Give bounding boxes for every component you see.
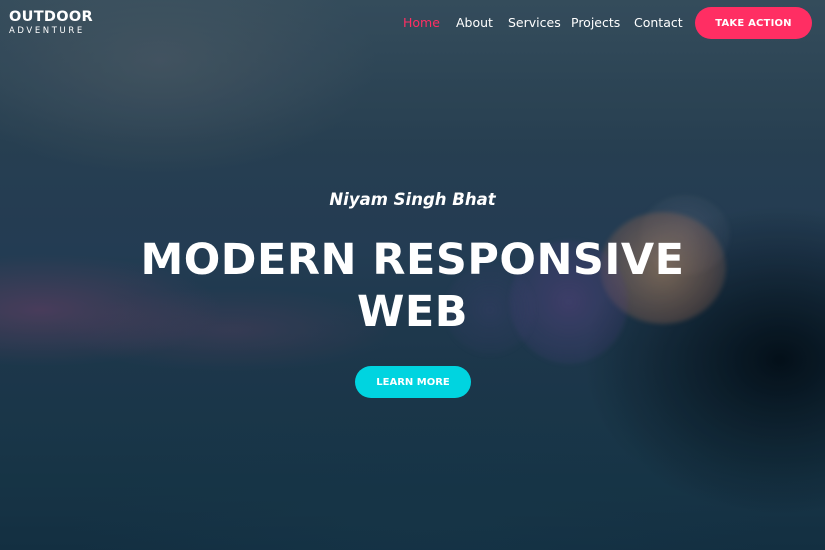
hero-subtitle: Niyam Singh Bhat xyxy=(329,190,496,209)
hero-title: MODERN RESPONSIVE WEB xyxy=(0,234,825,338)
hero-title-line-1: MODERN RESPONSIVE xyxy=(140,235,685,285)
learn-more-button[interactable]: LEARN MORE xyxy=(355,366,471,398)
hero-section: Niyam Singh Bhat MODERN RESPONSIVE WEB L… xyxy=(0,0,825,550)
hero-title-line-2: WEB xyxy=(356,287,469,337)
